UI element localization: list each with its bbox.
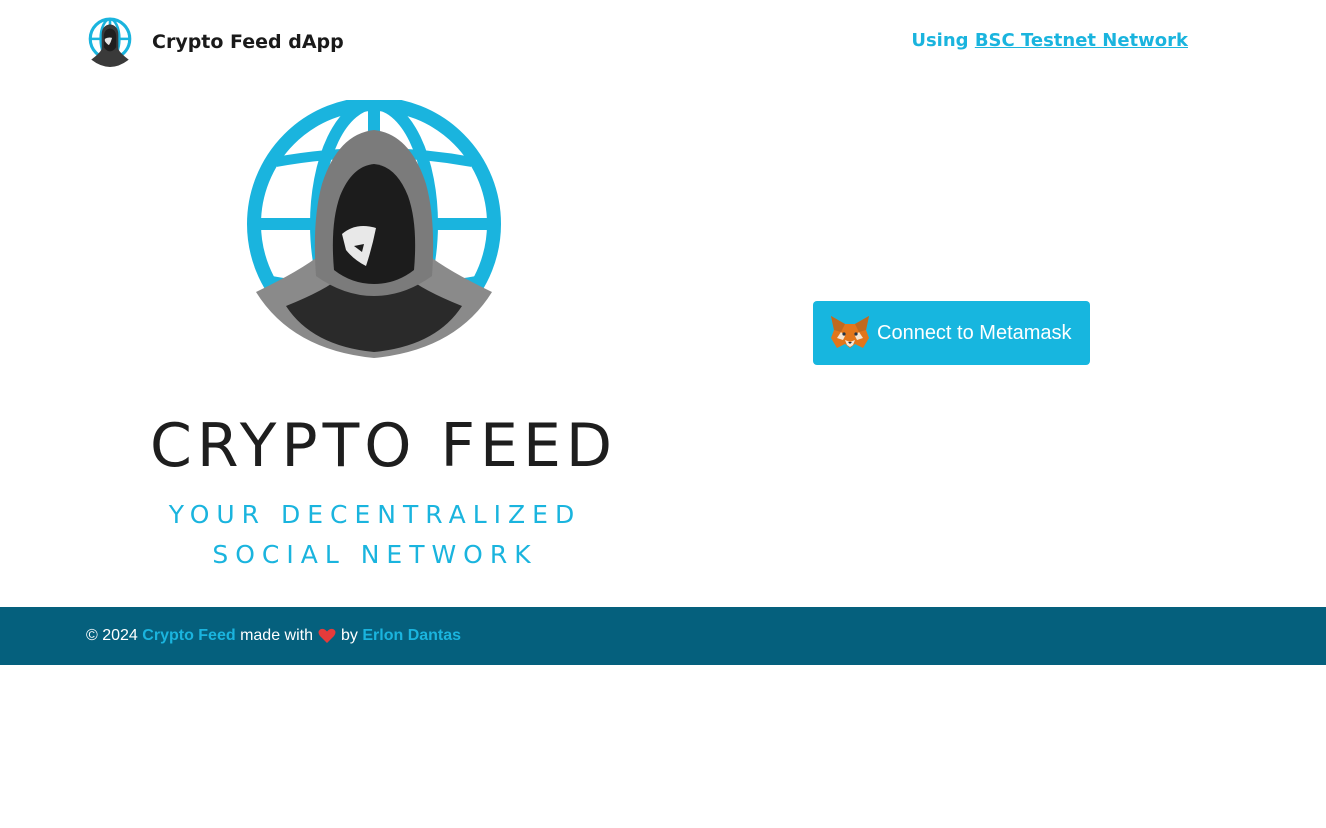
network-link[interactable]: BSC Testnet Network (975, 30, 1188, 51)
footer-made-with: made with (240, 627, 313, 644)
metamask-fox-icon (831, 316, 869, 348)
hero-logo: CRYPTO FEED YOUR DECENTRALIZED SOCIAL NE… (150, 100, 618, 580)
footer-app-link[interactable]: Crypto Feed (142, 627, 235, 645)
connect-metamask-label: Connect to Metamask (877, 321, 1072, 344)
footer: © 2024 Crypto Feed made with by Erlon Dan… (0, 607, 1326, 665)
footer-by: by (341, 627, 358, 644)
page: Crypto Feed dApp Using BSC Testnet Netwo… (0, 0, 1326, 828)
brand-title: Crypto Feed dApp (152, 31, 344, 53)
network-indicator: Using BSC Testnet Network (911, 30, 1188, 51)
brand-link[interactable]: Crypto Feed dApp (84, 16, 344, 68)
footer-author-link[interactable]: Erlon Dantas (362, 627, 461, 645)
header: Crypto Feed dApp Using BSC Testnet Netwo… (0, 0, 1326, 84)
hero-subtitle-line1: YOUR DECENTRALIZED (168, 500, 582, 529)
hero-title: CRYPTO FEED (150, 411, 618, 481)
footer-copyright: © 2024 (86, 627, 138, 644)
heart-icon (318, 628, 336, 643)
network-prefix: Using (911, 30, 975, 51)
hooded-figure-globe-icon (247, 100, 501, 358)
connect-metamask-button[interactable]: Connect to Metamask (813, 301, 1090, 365)
hero-subtitle-line2: SOCIAL NETWORK (212, 540, 538, 569)
hooded-globe-logo-icon (88, 17, 132, 67)
